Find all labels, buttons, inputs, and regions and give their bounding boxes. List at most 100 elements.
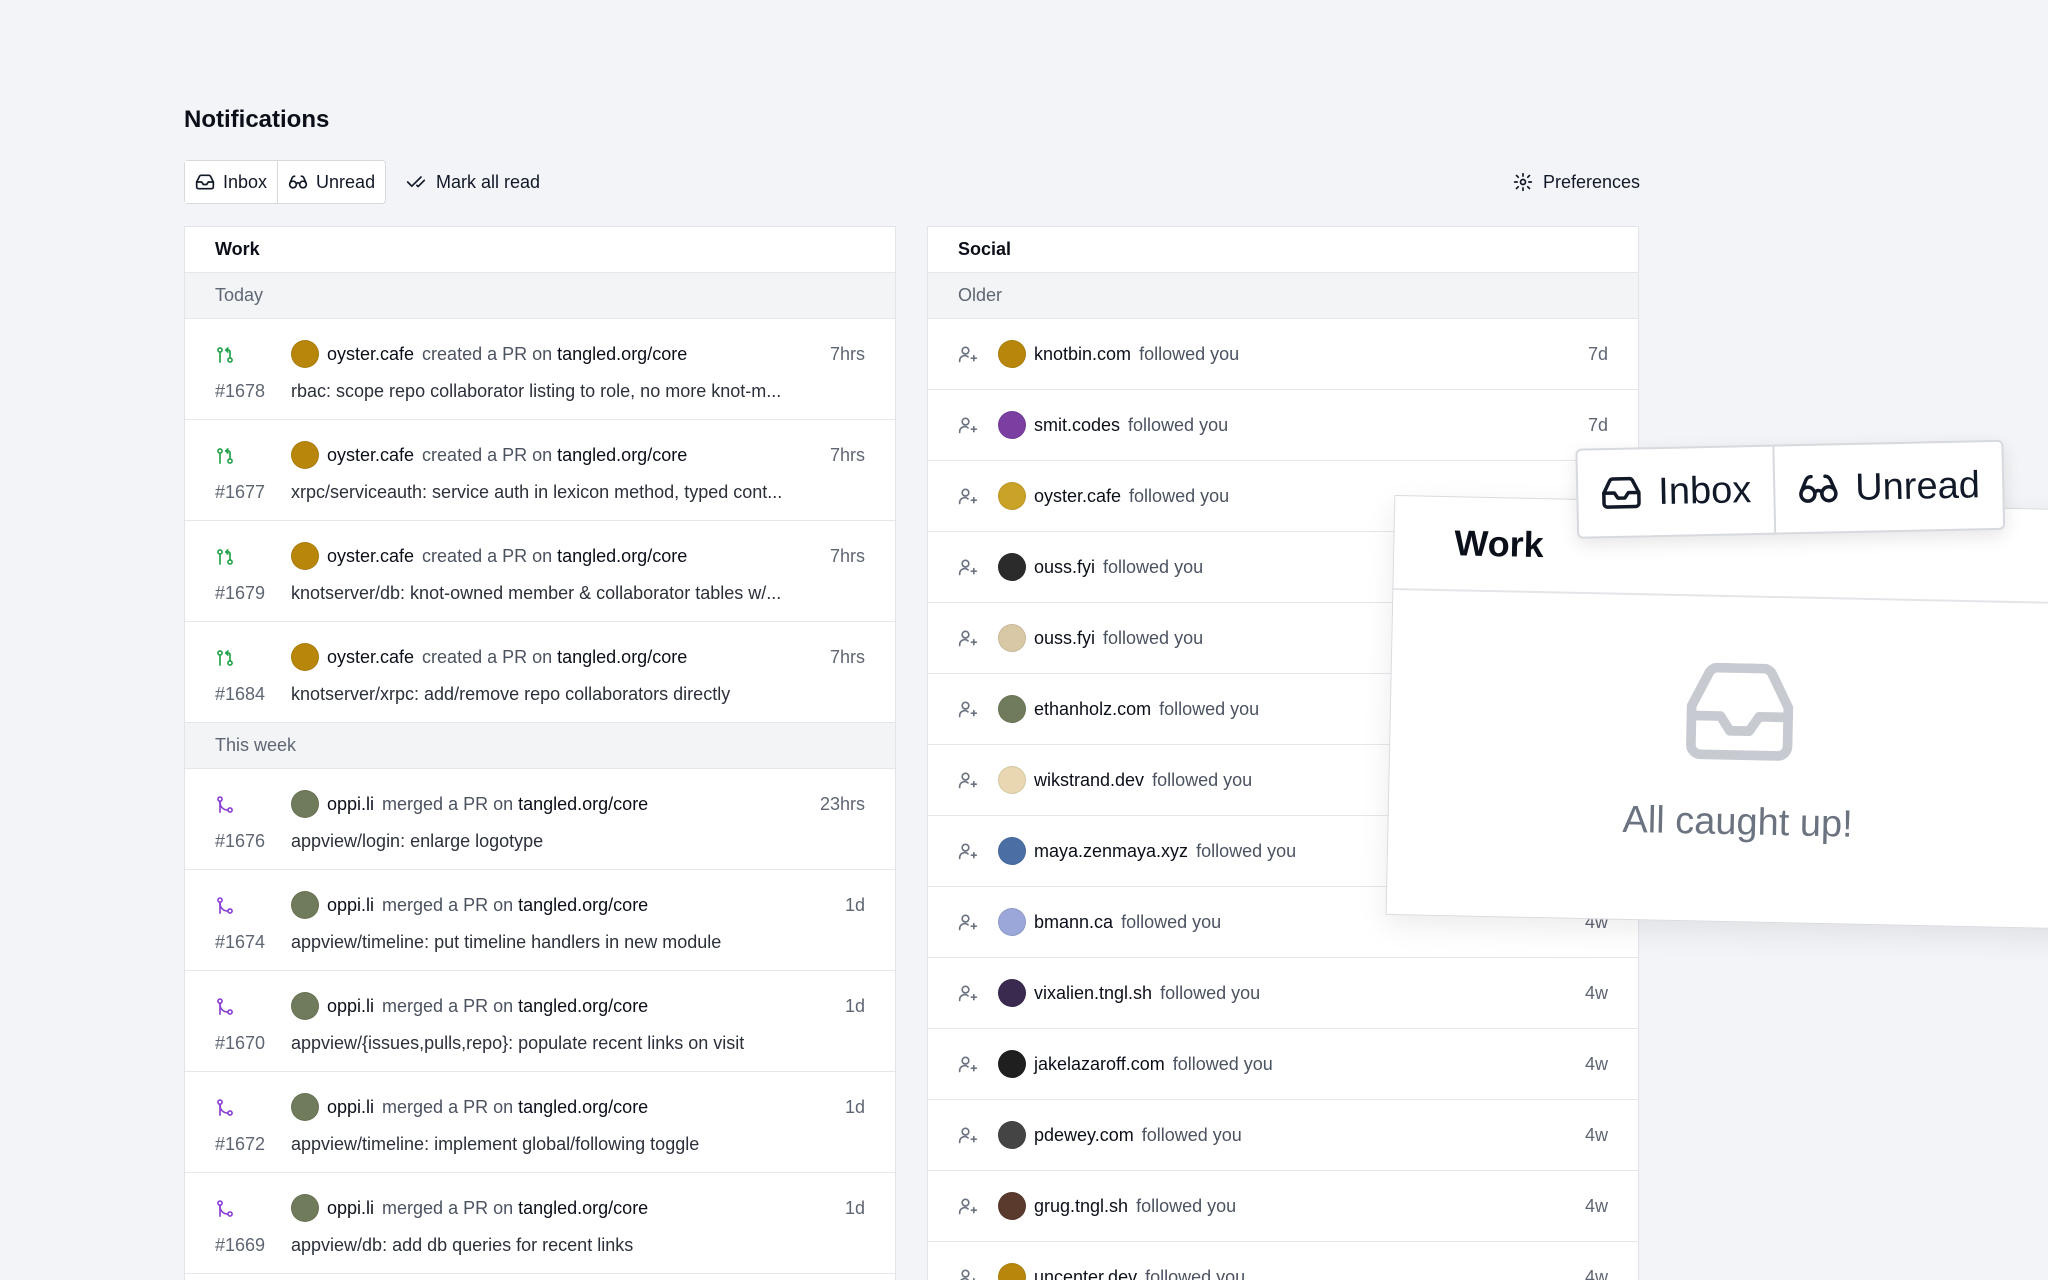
repo-link[interactable]: tangled.org/core bbox=[518, 794, 648, 815]
notification-summary: oppi.li merged a PR on tangled.org/core 1d bbox=[291, 991, 865, 1021]
user-plus-icon bbox=[958, 841, 978, 861]
pr-title[interactable]: appview/login: enlarge logotype bbox=[291, 831, 543, 852]
actor-link[interactable]: ouss.fyi bbox=[1034, 557, 1095, 578]
actor-link[interactable]: knotbin.com bbox=[1034, 344, 1131, 365]
view-toggle: Inbox Unread bbox=[184, 160, 387, 204]
notification-row[interactable]: oppi.li merged a PR on tangled.org/core 23h… bbox=[185, 769, 895, 870]
avatar bbox=[291, 1194, 319, 1222]
notification-row[interactable]: grug.tngl.sh followed you 4w bbox=[928, 1171, 1638, 1242]
actor-link[interactable]: smit.codes bbox=[1034, 415, 1120, 436]
actor-link[interactable]: uncenter.dev bbox=[1034, 1267, 1137, 1280]
timestamp: 4w bbox=[1584, 982, 1608, 1003]
timestamp: 1d bbox=[844, 894, 865, 915]
glasses-icon bbox=[1797, 467, 1840, 510]
repo-link[interactable]: tangled.org/core bbox=[557, 445, 687, 466]
action-text: followed you bbox=[1121, 911, 1222, 932]
mark-all-read-button[interactable]: Mark all read bbox=[406, 160, 540, 204]
notification-row[interactable]: oyster.cafe created a PR on tangled.org/co… bbox=[185, 521, 895, 622]
notification-summary: oppi.li merged a PR on tangled.org/core 1d bbox=[291, 1092, 865, 1122]
pr-line: #1670 appview/{issues,pulls,repo}: popula… bbox=[215, 1028, 865, 1058]
notification-row[interactable]: pdewey.com followed you 4w bbox=[928, 1100, 1638, 1171]
avatar bbox=[998, 624, 1026, 652]
notification-summary: oyster.cafe created a PR on tangled.org/co… bbox=[291, 440, 865, 470]
unread-tab[interactable]: Unread bbox=[277, 161, 385, 203]
pr-title[interactable]: appview/timeline: put timeline handlers … bbox=[291, 932, 721, 953]
pr-title[interactable]: rbac: scope repo collaborator listing to… bbox=[291, 381, 781, 402]
pr-number: #1678 bbox=[215, 380, 266, 401]
actor-link[interactable]: wikstrand.dev bbox=[1034, 770, 1144, 791]
notification-row[interactable]: oyster.cafe created a PR on tangled.org/co… bbox=[185, 622, 895, 723]
actor-link[interactable]: pdewey.com bbox=[1034, 1125, 1134, 1146]
repo-link[interactable]: tangled.org/core bbox=[557, 546, 687, 567]
avatar bbox=[291, 1093, 319, 1121]
repo-link[interactable]: tangled.org/core bbox=[557, 647, 687, 668]
notification-row[interactable]: oppi.li merged a PR on tangled.org/core 1d #… bbox=[185, 870, 895, 971]
work-panel: Work Today oyster.cafe created a PR on tang… bbox=[184, 226, 896, 1280]
notification-row[interactable]: oppi.li merged a PR on tangled.org/core 1d #… bbox=[185, 971, 895, 1072]
notification-row[interactable]: uncenter.dev followed you 4w bbox=[928, 1242, 1638, 1280]
actor-link[interactable]: oppi.li bbox=[327, 794, 374, 815]
action-text: followed you bbox=[1128, 414, 1229, 435]
pr-title[interactable]: appview/{issues,pulls,repo}: populate re… bbox=[291, 1033, 744, 1054]
actor-link[interactable]: vixalien.tngl.sh bbox=[1034, 983, 1152, 1004]
inbox-icon bbox=[1600, 471, 1643, 514]
actor-link[interactable]: oyster.cafe bbox=[1034, 486, 1121, 507]
pr-title[interactable]: knotserver/db: knot-owned member & colla… bbox=[291, 583, 781, 604]
actor-link[interactable]: maya.zenmaya.xyz bbox=[1034, 841, 1188, 862]
inbox-tab[interactable]: Inbox bbox=[185, 161, 278, 203]
pr-title[interactable]: appview/timeline: implement global/follo… bbox=[291, 1134, 699, 1155]
repo-link[interactable]: tangled.org/core bbox=[518, 996, 648, 1017]
avatar bbox=[998, 695, 1026, 723]
user-plus-icon bbox=[958, 1125, 978, 1145]
avatar bbox=[998, 908, 1026, 936]
actor-link[interactable]: oppi.li bbox=[327, 996, 374, 1017]
action-text: followed you bbox=[1103, 627, 1204, 648]
repo-link[interactable]: tangled.org/core bbox=[518, 895, 648, 916]
actor-link[interactable]: ouss.fyi bbox=[1034, 628, 1095, 649]
repo-link[interactable]: tangled.org/core bbox=[518, 1097, 648, 1118]
notification-row[interactable]: oyster.cafe created a PR on tangled.org/co… bbox=[185, 420, 895, 521]
actor-link[interactable]: oppi.li bbox=[327, 1198, 374, 1219]
notification-row[interactable]: oppi.li merged a PR on tangled.org/core 1d #… bbox=[185, 1173, 895, 1274]
pr-open-icon bbox=[215, 648, 235, 668]
notification-row[interactable]: knotbin.com followed you 7d bbox=[928, 319, 1638, 390]
actor-link[interactable]: oyster.cafe bbox=[327, 445, 414, 466]
pr-title[interactable]: xrpc/serviceauth: service auth in lexico… bbox=[291, 482, 782, 503]
avatar bbox=[998, 1050, 1026, 1078]
actor-link[interactable]: bmann.ca bbox=[1034, 912, 1113, 933]
overlay-inbox-label: Inbox bbox=[1657, 468, 1752, 513]
overlay-work-card: Work All caught up! bbox=[1385, 494, 2048, 930]
action-text: merged a PR on bbox=[382, 894, 514, 915]
notification-row[interactable]: oyster.cafe created a PR on tangled.org/co… bbox=[185, 319, 895, 420]
actor-link[interactable]: grug.tngl.sh bbox=[1034, 1196, 1128, 1217]
action-text: followed you bbox=[1103, 556, 1204, 577]
overlay-unread-tab[interactable]: Unread bbox=[1772, 441, 2003, 533]
actor-link[interactable]: oppi.li bbox=[327, 895, 374, 916]
repo-link[interactable]: tangled.org/core bbox=[518, 1198, 648, 1219]
pr-title[interactable]: knotserver/xrpc: add/remove repo collabo… bbox=[291, 684, 730, 705]
avatar bbox=[998, 1192, 1026, 1220]
notification-row[interactable]: oppi.li merged a PR on tangled.org/core 1d #… bbox=[185, 1072, 895, 1173]
empty-message: All caught up! bbox=[1622, 798, 1854, 846]
page-title: Notifications bbox=[184, 106, 330, 133]
actor-link[interactable]: oppi.li bbox=[327, 1097, 374, 1118]
toolbar: Inbox Unread Mark all read Preferences bbox=[184, 160, 1640, 204]
notification-row[interactable]: smit.codes followed you 7d bbox=[928, 390, 1638, 461]
actor-link[interactable]: oyster.cafe bbox=[327, 546, 414, 567]
user-plus-icon bbox=[958, 770, 978, 790]
actor-link[interactable]: oyster.cafe bbox=[327, 344, 414, 365]
actor-link[interactable]: oyster.cafe bbox=[327, 647, 414, 668]
repo-link[interactable]: tangled.org/core bbox=[557, 344, 687, 365]
timestamp: 1d bbox=[844, 1197, 865, 1218]
user-plus-icon bbox=[958, 628, 978, 648]
actor-link[interactable]: ethanholz.com bbox=[1034, 699, 1151, 720]
actor-link[interactable]: jakelazaroff.com bbox=[1034, 1054, 1165, 1075]
gear-icon bbox=[1513, 172, 1533, 192]
overlay-inbox-tab[interactable]: Inbox bbox=[1577, 447, 1774, 537]
pr-line: #1684 knotserver/xrpc: add/remove repo co… bbox=[215, 679, 865, 709]
timestamp: 4w bbox=[1584, 1124, 1608, 1145]
notification-row[interactable]: jakelazaroff.com followed you 4w bbox=[928, 1029, 1638, 1100]
pr-title[interactable]: appview/db: add db queries for recent li… bbox=[291, 1235, 633, 1256]
notification-row[interactable]: vixalien.tngl.sh followed you 4w bbox=[928, 958, 1638, 1029]
preferences-button[interactable]: Preferences bbox=[1513, 160, 1640, 204]
